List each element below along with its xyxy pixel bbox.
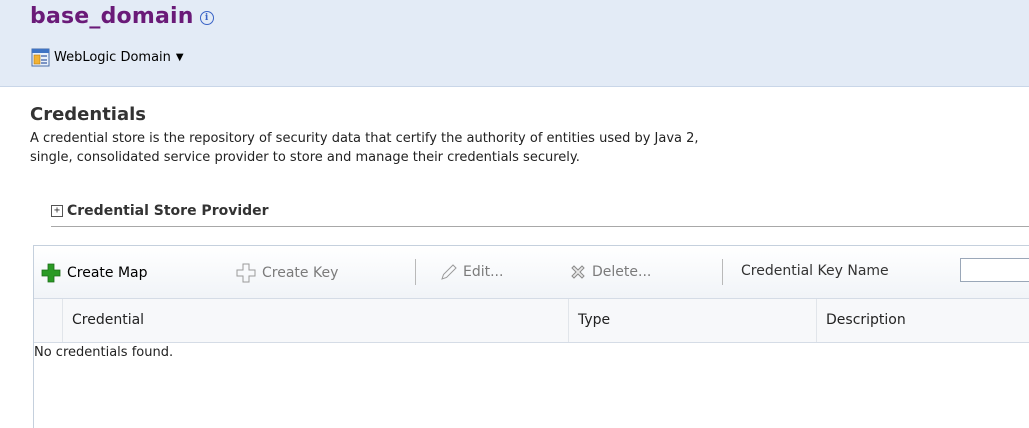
domain-title: base_domain i bbox=[30, 4, 214, 29]
page-description: A credential store is the repository of … bbox=[30, 129, 699, 167]
domain-menu-label: WebLogic Domain bbox=[54, 50, 171, 65]
description-line-2: single, consolidated service provider to… bbox=[30, 150, 580, 165]
column-separator bbox=[62, 299, 63, 342]
domain-header: base_domain i WebLogic Domain ▼ bbox=[0, 0, 1029, 87]
table-header: Credential Type Description bbox=[34, 298, 1029, 343]
description-line-1: A credential store is the repository of … bbox=[30, 131, 699, 146]
weblogic-domain-menu[interactable]: WebLogic Domain ▼ bbox=[31, 48, 184, 67]
edit-button[interactable]: Edit... bbox=[440, 263, 503, 281]
info-icon[interactable]: i bbox=[199, 11, 214, 25]
delete-label: Delete... bbox=[592, 264, 652, 280]
credentials-toolbar: Create Map Create Key Edit... Delete... … bbox=[34, 246, 1029, 298]
column-separator bbox=[816, 299, 817, 342]
credential-store-provider-toggle[interactable]: + Credential Store Provider bbox=[51, 203, 269, 219]
create-map-button[interactable]: Create Map bbox=[41, 263, 148, 283]
credentials-panel: Create Map Create Key Edit... Delete... … bbox=[33, 245, 1029, 428]
weblogic-domain-icon bbox=[31, 48, 50, 67]
delete-x-icon bbox=[571, 265, 585, 279]
edit-label: Edit... bbox=[463, 264, 504, 280]
pencil-icon bbox=[441, 264, 457, 280]
column-header-type[interactable]: Type bbox=[578, 312, 610, 328]
toolbar-separator bbox=[415, 259, 416, 285]
credential-key-name-input[interactable] bbox=[960, 258, 1029, 282]
plus-icon bbox=[41, 263, 61, 283]
delete-button[interactable]: Delete... bbox=[569, 263, 651, 281]
column-header-credential[interactable]: Credential bbox=[72, 312, 144, 328]
create-key-label: Create Key bbox=[262, 265, 339, 281]
chevron-down-icon: ▼ bbox=[175, 52, 184, 63]
section-divider bbox=[51, 226, 1029, 227]
plus-outline-icon bbox=[236, 263, 256, 283]
column-separator bbox=[568, 299, 569, 342]
column-header-description[interactable]: Description bbox=[826, 312, 906, 328]
page-title: Credentials bbox=[30, 104, 147, 125]
toolbar-separator bbox=[722, 259, 723, 285]
provider-label: Credential Store Provider bbox=[67, 203, 269, 219]
create-key-button[interactable]: Create Key bbox=[236, 263, 338, 283]
expand-icon: + bbox=[51, 205, 63, 217]
create-map-label: Create Map bbox=[67, 265, 148, 281]
domain-title-text: base_domain bbox=[30, 4, 194, 29]
search-label: Credential Key Name bbox=[741, 263, 889, 279]
empty-table-message: No credentials found. bbox=[34, 345, 174, 360]
